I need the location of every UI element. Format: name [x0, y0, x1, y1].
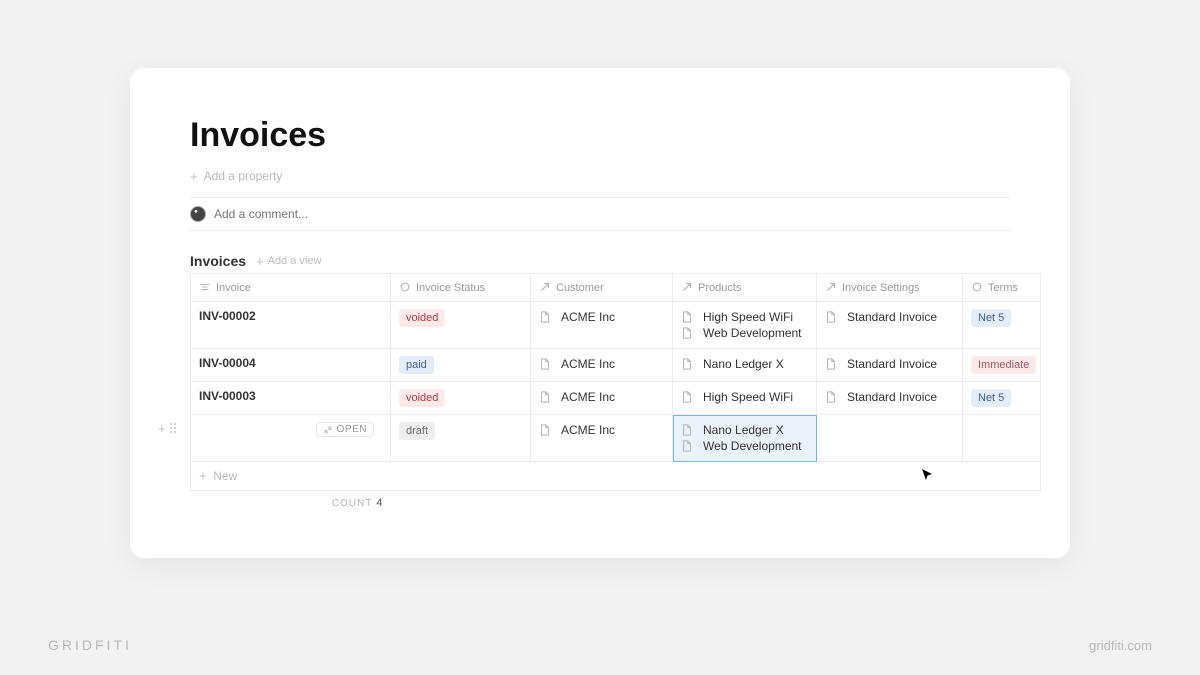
app-card: Invoices + Add a property Invoices + Add…: [130, 68, 1070, 558]
col-header-invoice[interactable]: Invoice: [191, 274, 391, 302]
col-header-status[interactable]: Invoice Status: [391, 274, 531, 302]
cell-settings[interactable]: Standard Invoice: [817, 382, 963, 415]
open-page-button[interactable]: OPEN: [316, 422, 374, 437]
cell-terms[interactable]: Net 5: [963, 382, 1041, 415]
cell-products[interactable]: High Speed WiFiWeb Development: [673, 302, 817, 349]
cell-invoice[interactable]: INV-00002: [191, 302, 391, 349]
relation-link[interactable]: Nano Ledger X: [681, 356, 808, 372]
cell-status[interactable]: voided: [391, 382, 531, 415]
col-header-settings[interactable]: Invoice Settings: [817, 274, 963, 302]
status-tag: Immediate: [971, 356, 1036, 374]
invoices-table: Invoice Invoice Status Customer Products: [190, 273, 1041, 516]
relation-link[interactable]: Standard Invoice: [825, 309, 954, 325]
brand-watermark: GRIDFITI: [48, 637, 132, 653]
cell-status[interactable]: draft: [391, 415, 531, 462]
plus-icon: +: [199, 468, 207, 483]
status-tag: voided: [399, 389, 445, 407]
add-view-label: Add a view: [268, 255, 322, 267]
row-gutter-controls[interactable]: +: [158, 421, 176, 436]
cell-status[interactable]: voided: [391, 302, 531, 349]
cell-terms[interactable]: Immediate: [963, 349, 1041, 382]
select-icon: [399, 281, 411, 293]
cell-settings[interactable]: Standard Invoice: [817, 302, 963, 349]
relation-link[interactable]: Nano Ledger X: [681, 422, 808, 438]
relation-link[interactable]: ACME Inc: [539, 422, 664, 438]
add-property-label: Add a property: [204, 169, 283, 183]
cell-customer[interactable]: ACME Inc: [531, 349, 673, 382]
title-icon: [199, 281, 211, 293]
table-row[interactable]: INV-00004 paid ACME Inc Nano Ledger X Standa…: [191, 349, 1041, 382]
col-header-terms[interactable]: Terms: [963, 274, 1041, 302]
page-icon: [539, 391, 551, 403]
page-icon: [681, 391, 693, 403]
plus-icon: +: [256, 255, 264, 268]
page-icon: [681, 424, 693, 436]
select-icon: [971, 281, 983, 293]
cell-customer[interactable]: ACME Inc: [531, 302, 673, 349]
comment-row[interactable]: [190, 197, 1010, 231]
cell-status[interactable]: paid: [391, 349, 531, 382]
table-row[interactable]: OPEN draft ACME Inc Nano Ledger XWeb Develo…: [191, 415, 1041, 462]
relation-icon: [681, 281, 693, 293]
cell-products[interactable]: Nano Ledger X: [673, 349, 817, 382]
table-row[interactable]: INV-00003 voided ACME Inc High Speed WiFi St…: [191, 382, 1041, 415]
cell-terms[interactable]: Net 5: [963, 302, 1041, 349]
status-tag: voided: [399, 309, 445, 327]
relation-link[interactable]: High Speed WiFi: [681, 309, 808, 325]
relation-link[interactable]: Web Development: [681, 325, 808, 341]
relation-link[interactable]: High Speed WiFi: [681, 389, 808, 405]
cell-invoice[interactable]: INV-00003: [191, 382, 391, 415]
brand-url: gridfiti.com: [1089, 638, 1152, 653]
add-row-icon[interactable]: +: [158, 421, 166, 436]
relation-link[interactable]: Standard Invoice: [825, 389, 954, 405]
table-header-row: Invoice Invoice Status Customer Products: [191, 274, 1041, 302]
page-icon: [681, 358, 693, 370]
comment-input[interactable]: [214, 207, 514, 221]
page-icon: [825, 391, 837, 403]
col-header-products[interactable]: Products: [673, 274, 817, 302]
page-icon: [539, 358, 551, 370]
cell-terms[interactable]: [963, 415, 1041, 462]
page-icon: [681, 327, 693, 339]
add-view-button[interactable]: + Add a view: [256, 255, 321, 268]
cell-settings[interactable]: [817, 415, 963, 462]
plus-icon: +: [190, 170, 198, 183]
relation-link[interactable]: ACME Inc: [539, 389, 664, 405]
table-row[interactable]: INV-00002 voided ACME Inc High Speed WiFiWe…: [191, 302, 1041, 349]
status-tag: draft: [399, 422, 435, 440]
page-icon: [825, 358, 837, 370]
status-tag: Net 5: [971, 309, 1011, 327]
cell-products[interactable]: Nano Ledger XWeb Development: [673, 415, 817, 462]
drag-handle-icon[interactable]: [170, 423, 176, 433]
col-header-customer[interactable]: Customer: [531, 274, 673, 302]
table-count-row: COUNT4: [191, 491, 1041, 517]
page-icon: [539, 311, 551, 323]
cell-products[interactable]: High Speed WiFi: [673, 382, 817, 415]
relation-link[interactable]: ACME Inc: [539, 356, 664, 372]
relation-link[interactable]: ACME Inc: [539, 309, 664, 325]
page-icon: [681, 311, 693, 323]
cell-invoice[interactable]: OPEN: [191, 415, 391, 462]
status-tag: paid: [399, 356, 434, 374]
cell-invoice[interactable]: INV-00004: [191, 349, 391, 382]
avatar: [190, 206, 206, 222]
page-title: Invoices: [190, 116, 1010, 155]
relation-icon: [825, 281, 837, 293]
relation-link[interactable]: Standard Invoice: [825, 356, 954, 372]
cell-customer[interactable]: ACME Inc: [531, 415, 673, 462]
cell-settings[interactable]: Standard Invoice: [817, 349, 963, 382]
page-icon: [681, 440, 693, 452]
database-title[interactable]: Invoices: [190, 253, 246, 269]
cell-customer[interactable]: ACME Inc: [531, 382, 673, 415]
status-tag: Net 5: [971, 389, 1011, 407]
relation-link[interactable]: Web Development: [681, 438, 808, 454]
new-row-button[interactable]: + New: [191, 462, 1041, 491]
page-icon: [825, 311, 837, 323]
relation-icon: [539, 281, 551, 293]
add-property-button[interactable]: + Add a property: [190, 169, 1010, 183]
page-icon: [539, 424, 551, 436]
